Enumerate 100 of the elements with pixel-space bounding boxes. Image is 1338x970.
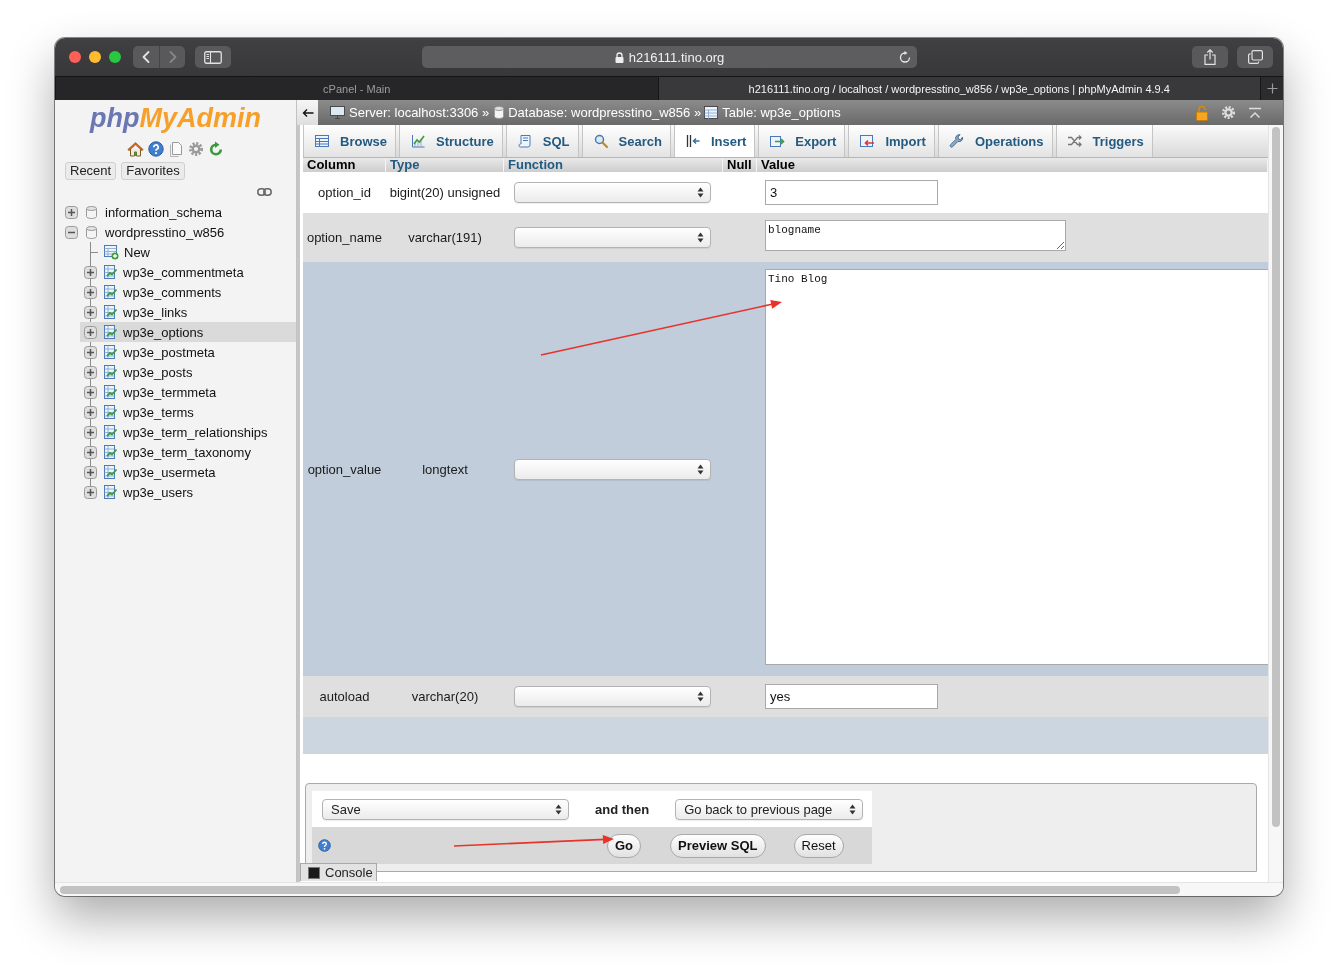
menu-tab[interactable]: Triggers (1055, 125, 1153, 157)
plus-icon (1266, 83, 1278, 94)
horizontal-scrollbar[interactable] (55, 882, 1283, 896)
scrollbar-thumb[interactable] (60, 885, 1180, 894)
console-tab[interactable]: Console (300, 863, 377, 881)
tree-item[interactable]: wp3e_commentmeta (80, 262, 296, 282)
tree-item[interactable]: wp3e_comments (80, 282, 296, 302)
tree-item[interactable]: wp3e_term_taxonomy (80, 442, 296, 462)
tree-item[interactable]: wp3e_postmeta (80, 342, 296, 362)
database-icon (494, 106, 505, 119)
menu-tab[interactable]: Browse (303, 125, 396, 157)
plus-box-icon[interactable] (84, 285, 97, 299)
shuffle-icon (1066, 133, 1083, 149)
plus-box-icon[interactable] (84, 445, 97, 459)
value-input[interactable]: yes (765, 684, 938, 709)
breadcrumb-link[interactable]: Server: localhost:3306 » (330, 105, 490, 120)
plus-box-icon[interactable] (84, 365, 97, 379)
help-icon[interactable] (148, 140, 164, 157)
table-icon (102, 344, 118, 360)
column-name-cell-text: option_name (305, 230, 384, 245)
value-textarea[interactable]: blogname (765, 220, 1066, 251)
menu-tab[interactable]: Structure (398, 125, 503, 157)
reload-icon[interactable] (208, 140, 224, 157)
new-tab-button[interactable] (1260, 77, 1283, 100)
breadcrumb-link[interactable]: Table: wp3e_options (704, 105, 841, 120)
vertical-scrollbar[interactable] (1268, 125, 1283, 882)
export-icon (769, 133, 786, 149)
sidebar-icon (204, 50, 222, 64)
home-icon[interactable] (127, 140, 144, 157)
document-icon[interactable] (168, 140, 184, 157)
menu-tab[interactable]: SQL (505, 125, 579, 157)
table-icon (102, 324, 118, 340)
reset-button[interactable]: Reset (793, 833, 844, 858)
table-icon (102, 284, 118, 300)
minus-box-icon[interactable] (65, 225, 78, 239)
up-down-arrows-icon (697, 232, 704, 243)
go-button[interactable]: Go (607, 833, 642, 858)
sidebar-tab-button[interactable]: Recent (65, 162, 117, 180)
left-arrow-icon (301, 107, 314, 118)
preview-button[interactable]: Preview SQL (670, 833, 766, 858)
action-select[interactable]: Save (322, 798, 569, 820)
monitor-icon (330, 106, 345, 119)
collapse-icon[interactable] (1248, 106, 1262, 119)
plus-box-icon[interactable] (84, 345, 97, 359)
plus-box-icon[interactable] (84, 425, 97, 439)
breadcrumb-link[interactable]: Database: wordpresstino_w856 » (494, 105, 702, 120)
close-button[interactable] (69, 51, 81, 63)
menu-tab[interactable]: Import (848, 125, 935, 157)
menu-tab[interactable]: Export (758, 125, 846, 157)
back-button[interactable] (133, 46, 159, 68)
plus-box-icon[interactable] (84, 485, 97, 499)
plus-box-icon[interactable] (84, 305, 97, 319)
tree-item[interactable]: wp3e_terms (80, 402, 296, 422)
zoom-button[interactable] (109, 51, 121, 63)
table-icon (102, 404, 118, 420)
tree-item[interactable]: wordpresstino_w856 (55, 222, 296, 242)
reload-icon[interactable] (899, 51, 911, 63)
share-button[interactable] (1192, 46, 1228, 68)
plus-box-icon[interactable] (65, 205, 78, 219)
browser-tab[interactable]: h216111.tino.org / localhost / wordpresstino_w856 / wp3e_options | phpMyAdmin 4.9.4 (657, 77, 1260, 100)
plus-box-icon[interactable] (84, 385, 97, 399)
menu-tab[interactable]: Insert (673, 125, 756, 157)
tree-item[interactable]: wp3e_options (80, 322, 296, 342)
table-icon (102, 484, 118, 500)
sidebar-tab-button[interactable]: Favorites (121, 162, 185, 180)
tree-item[interactable]: New (80, 242, 296, 262)
sidebar-button[interactable] (195, 46, 231, 68)
lock-icon (614, 51, 624, 63)
help-icon[interactable] (318, 839, 331, 852)
tree-item[interactable]: wp3e_posts (80, 362, 296, 382)
import-icon (859, 133, 876, 149)
tree-item[interactable]: wp3e_usermeta (80, 462, 296, 482)
share-icon (1204, 49, 1216, 65)
menu-tab[interactable]: Operations (937, 125, 1053, 157)
scrollbar-thumb[interactable] (1272, 127, 1280, 827)
address-field[interactable]: h216111.tino.org (422, 46, 917, 68)
chain-link-icon[interactable] (257, 187, 272, 197)
table-icon (102, 364, 118, 380)
tree-item[interactable]: wp3e_term_relationships (80, 422, 296, 442)
table-icon (102, 464, 118, 480)
value-textarea[interactable]: Tino Blog (765, 269, 1268, 665)
sidebar-toggle-button[interactable] (297, 100, 318, 125)
plus-box-icon[interactable] (84, 405, 97, 419)
table-icon (102, 304, 118, 320)
tree-item[interactable]: wp3e_termmeta (80, 382, 296, 402)
tree-item[interactable]: wp3e_users (80, 482, 296, 502)
menu-tab[interactable]: Search (581, 125, 671, 157)
plus-box-icon[interactable] (84, 465, 97, 479)
tree-item[interactable]: information_schema (55, 202, 296, 222)
tree-item[interactable]: wp3e_links (80, 302, 296, 322)
tab-overview-button[interactable] (1237, 46, 1273, 68)
settings-icon[interactable] (188, 140, 204, 157)
browser-tab[interactable]: cPanel - Main (55, 77, 658, 100)
database-icon (86, 225, 97, 239)
app-logo[interactable]: phpMyAdmin (55, 103, 296, 133)
plus-box-icon[interactable] (84, 265, 97, 279)
plus-box-icon[interactable] (84, 325, 97, 339)
minimize-button[interactable] (89, 51, 101, 63)
value-input[interactable]: 3 (765, 180, 938, 205)
after-action-select[interactable]: Go back to previous page (675, 798, 864, 820)
